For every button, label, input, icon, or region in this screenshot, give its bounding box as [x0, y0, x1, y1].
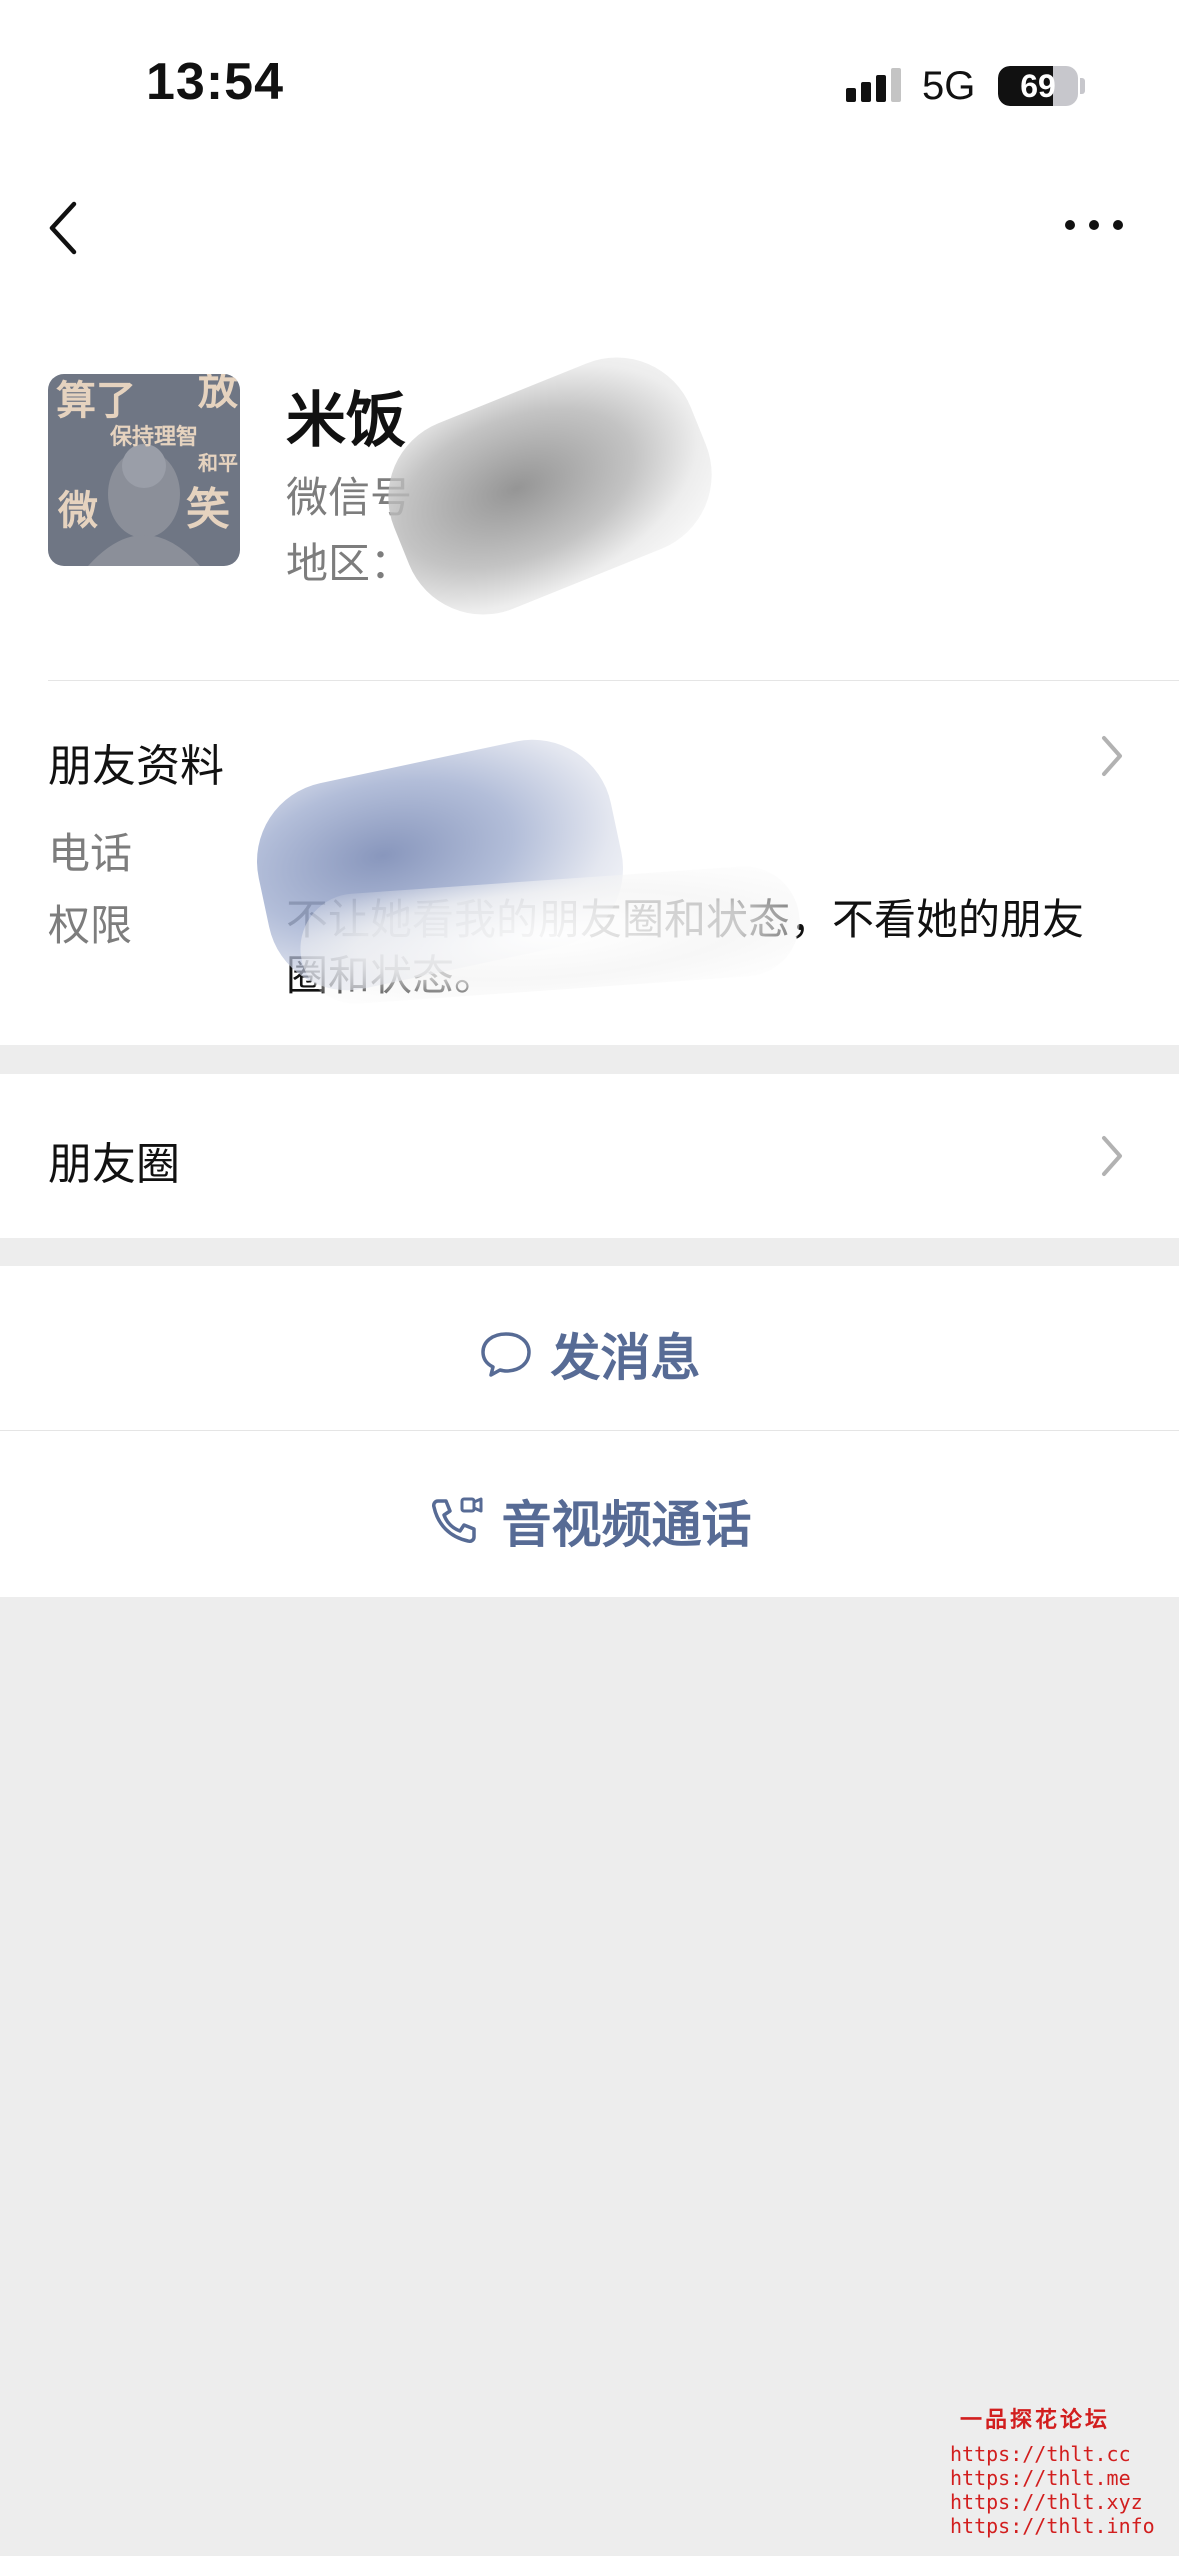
wechat-id-label: 微信号: [286, 473, 413, 522]
send-message-label: 发消息: [550, 1329, 701, 1387]
battery-level: 69: [1020, 68, 1056, 104]
chevron-right-icon: [1102, 1136, 1122, 1176]
watermark-link: https://thlt.xyz: [950, 2490, 1143, 2514]
status-time: 13:54: [146, 53, 284, 111]
permission-label: 权限: [48, 901, 133, 950]
avatar-text: 保持理智: [109, 424, 198, 450]
avatar-text: 算了: [56, 378, 136, 424]
network-type: 5G: [922, 64, 976, 108]
contact-name: 米饭: [286, 386, 406, 456]
chevron-left-icon[interactable]: [40, 196, 96, 260]
battery-icon: 69: [998, 66, 1078, 106]
watermark: 一品探花论坛 https://thlt.cc https://thlt.me h…: [950, 2402, 1155, 2538]
watermark-link: https://thlt.cc: [950, 2442, 1131, 2466]
video-call-icon: [431, 1497, 482, 1543]
av-call-label: 音视频通话: [501, 1496, 752, 1554]
moments-title: 朋友圈: [48, 1139, 180, 1190]
region-label: 地区：: [286, 539, 413, 588]
av-call-button[interactable]: 音视频通话: [0, 1431, 1179, 1597]
more-dots-icon[interactable]: [1062, 210, 1126, 240]
battery-cap: [1080, 78, 1085, 94]
send-message-button[interactable]: 发消息: [0, 1266, 1179, 1430]
chevron-right-icon[interactable]: [1098, 732, 1126, 780]
buddha-illustration: 算了 微 笑 保持理智 放 和平: [56, 374, 238, 566]
avatar[interactable]: 算了 微 笑 保持理智 放 和平: [48, 374, 240, 566]
signal-icon: [846, 68, 901, 102]
avatar-text: 微: [57, 488, 98, 534]
chat-bubble-icon: [480, 1332, 531, 1377]
watermark-title: 一品探花论坛: [959, 2408, 1110, 2433]
watermark-link: https://thlt.me: [950, 2466, 1131, 2490]
section-divider: [48, 680, 1179, 681]
permission-text: 不让她看我的朋友圈和状态，不看她的朋友圈和状态。: [286, 895, 1085, 1000]
avatar-text: 放: [198, 374, 238, 414]
friend-info-title[interactable]: 朋友资料: [48, 730, 224, 794]
phone-label: 电话: [48, 829, 133, 878]
avatar-text: 和平: [198, 451, 238, 475]
moments-row[interactable]: 朋友圈: [0, 1074, 1179, 1238]
watermark-link: https://thlt.info: [950, 2514, 1155, 2538]
avatar-text: 笑: [186, 484, 230, 535]
